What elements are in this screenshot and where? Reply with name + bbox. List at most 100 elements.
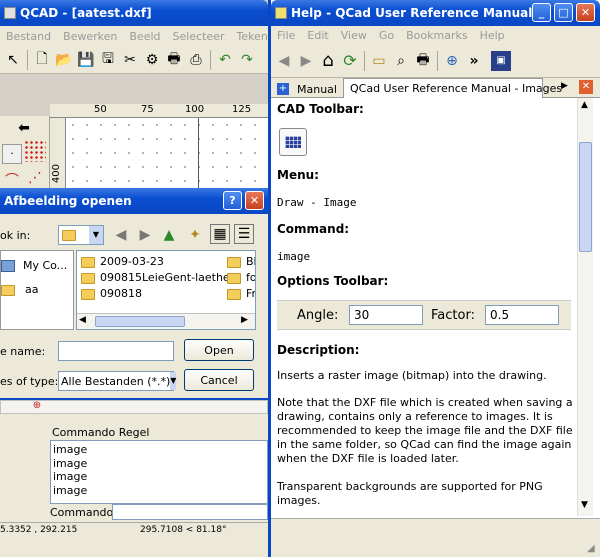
file-name: 090815LeieGent-laethem	[100, 271, 241, 284]
home-icon[interactable]: ⌂	[317, 50, 339, 72]
back-arrow-icon[interactable]: ⬅	[0, 120, 48, 136]
file-item[interactable]: 2009-03-23	[81, 255, 164, 268]
qcad-titlebar[interactable]: QCAD - [aatest.dxf]	[0, 0, 268, 26]
file-item[interactable]: Bl	[227, 255, 255, 268]
look-in-select[interactable]: ▼	[58, 225, 104, 245]
up-folder-icon[interactable]: ▲	[158, 224, 180, 246]
detail-view-icon[interactable]: ☰	[234, 224, 254, 244]
tab-manual[interactable]: + Manual	[273, 80, 341, 98]
point-tool-icon[interactable]: ·	[2, 144, 22, 164]
print-preview-icon[interactable]: ⎙	[185, 49, 207, 71]
list-view-icon[interactable]: ▦	[210, 224, 230, 244]
new-file-icon[interactable]: 🗋	[31, 49, 53, 71]
menu-file[interactable]: File	[271, 29, 301, 42]
scroll-down-icon[interactable]: ▼	[581, 500, 588, 510]
menu-edit[interactable]: Edit	[301, 29, 334, 42]
save-icon[interactable]: 💾	[75, 49, 97, 71]
dashed-line-icon[interactable]: ⋰	[24, 170, 46, 190]
new-folder-icon[interactable]: ✦	[184, 224, 206, 246]
grid-points-icon[interactable]	[24, 140, 46, 162]
help-menubar: File Edit View Go Bookmarks Help	[271, 26, 600, 44]
chevron-down-icon: ▼	[170, 372, 177, 390]
settings-icon[interactable]: ⚙	[141, 49, 163, 71]
minimize-button[interactable]: _	[532, 3, 551, 22]
file-item[interactable]: fo	[227, 271, 255, 284]
places-bar: My Co... aa	[0, 250, 74, 330]
print-icon[interactable]: 🖶	[412, 50, 434, 72]
undo-icon[interactable]: ↶	[214, 49, 236, 71]
factor-input: 0.5	[485, 305, 559, 325]
open-folder-icon[interactable]: 📂	[53, 49, 75, 71]
command-input[interactable]	[112, 504, 268, 520]
scroll-thumb[interactable]	[579, 142, 592, 252]
history-line: image	[53, 483, 88, 497]
menu-beeld[interactable]: Beeld	[123, 30, 166, 43]
help-app-icon	[275, 7, 287, 19]
place-aa[interactable]: aa	[1, 283, 38, 296]
zoom-icon[interactable]: ⊕	[441, 50, 463, 72]
toolbar-separator	[364, 50, 365, 71]
file-list-scrollbar[interactable]: ◀ ▶	[77, 313, 255, 329]
menu-selecteer[interactable]: Selecteer	[167, 30, 231, 43]
ruler-tick-label: 50	[94, 104, 107, 115]
forward-icon[interactable]: ▶	[134, 224, 156, 246]
file-name-input[interactable]	[58, 341, 174, 361]
computer-icon	[1, 260, 15, 272]
place-my-computer[interactable]: My Co...	[1, 259, 67, 272]
menu-bewerken[interactable]: Bewerken	[57, 30, 123, 43]
file-item[interactable]: 090818	[81, 287, 142, 300]
ruler-tick-label: 75	[141, 104, 154, 115]
menu-bookmarks[interactable]: Bookmarks	[400, 29, 473, 42]
back-icon[interactable]: ◀	[273, 50, 295, 72]
look-in-label: ok in:	[0, 229, 31, 242]
drawing-canvas[interactable]	[66, 118, 268, 188]
help-toolbar: ◀ ▶ ⌂ ⟳ ▭ ⌕ 🖶 ⊕ » ▣	[271, 44, 600, 78]
menu-view[interactable]: View	[335, 29, 373, 42]
print-icon[interactable]: 🖶	[163, 49, 185, 71]
file-type-select[interactable]: Alle Bestanden (*.*) ▼	[58, 371, 177, 391]
pointer-icon[interactable]: ↖	[2, 49, 24, 71]
tab-close-icon[interactable]: ✕	[579, 80, 593, 94]
find-icon[interactable]: ⌕	[390, 50, 412, 72]
scroll-right-icon[interactable]: ▶	[241, 315, 248, 325]
heading-options-toolbar: Options Toolbar:	[277, 274, 389, 288]
dialog-close-button[interactable]: ✕	[245, 191, 264, 210]
toolbar-separator	[27, 49, 28, 70]
cancel-button[interactable]: Cancel	[184, 369, 254, 391]
dialog-help-button[interactable]: ?	[223, 191, 242, 210]
curve-tool-icon[interactable]: ⌒	[2, 170, 22, 190]
resize-grip-icon[interactable]: ◢	[587, 543, 595, 554]
scroll-left-icon[interactable]: ◀	[79, 315, 86, 325]
snap-icon[interactable]: ⊕	[30, 400, 44, 414]
tab-active[interactable]: QCad User Reference Manual - Images	[343, 78, 562, 98]
open-button[interactable]: Open	[184, 339, 254, 361]
history-line: image	[53, 470, 88, 483]
qcad-app-icon	[4, 7, 16, 19]
book-icon[interactable]: ▭	[368, 50, 390, 72]
cut-icon[interactable]: ✂	[119, 49, 141, 71]
scroll-thumb[interactable]	[95, 316, 185, 327]
file-item[interactable]: 090815LeieGent-laethem	[81, 271, 240, 284]
angle-input: 30	[349, 305, 423, 325]
tab-scroll-icon[interactable]: ▶	[561, 81, 568, 91]
help-window: Help - QCad User Reference Manual ... _ …	[268, 0, 600, 557]
help-scrollbar[interactable]: ▲ ▼	[577, 98, 593, 516]
file-list: 2009-03-23 090815LeieGent-laethem 090818…	[76, 250, 256, 330]
folder-icon	[81, 256, 95, 268]
close-button[interactable]: ✕	[576, 3, 595, 22]
overflow-icon[interactable]: »	[463, 50, 485, 72]
maximize-button[interactable]: □	[554, 3, 573, 22]
scroll-up-icon[interactable]: ▲	[581, 100, 588, 110]
back-icon[interactable]: ◀	[110, 224, 132, 246]
menu-bestand[interactable]: Bestand	[0, 30, 57, 43]
file-item[interactable]: Fr	[227, 287, 255, 300]
menu-go[interactable]: Go	[373, 29, 400, 42]
forward-icon[interactable]: ▶	[295, 50, 317, 72]
folder-icon	[62, 229, 76, 241]
menu-help[interactable]: Help	[474, 29, 511, 42]
redo-icon[interactable]: ↷	[236, 49, 258, 71]
file-type-label: es of type:	[0, 375, 59, 388]
folder-icon	[1, 284, 15, 296]
reload-icon[interactable]: ⟳	[339, 50, 361, 72]
save-as-icon[interactable]: 🖫	[97, 49, 119, 71]
